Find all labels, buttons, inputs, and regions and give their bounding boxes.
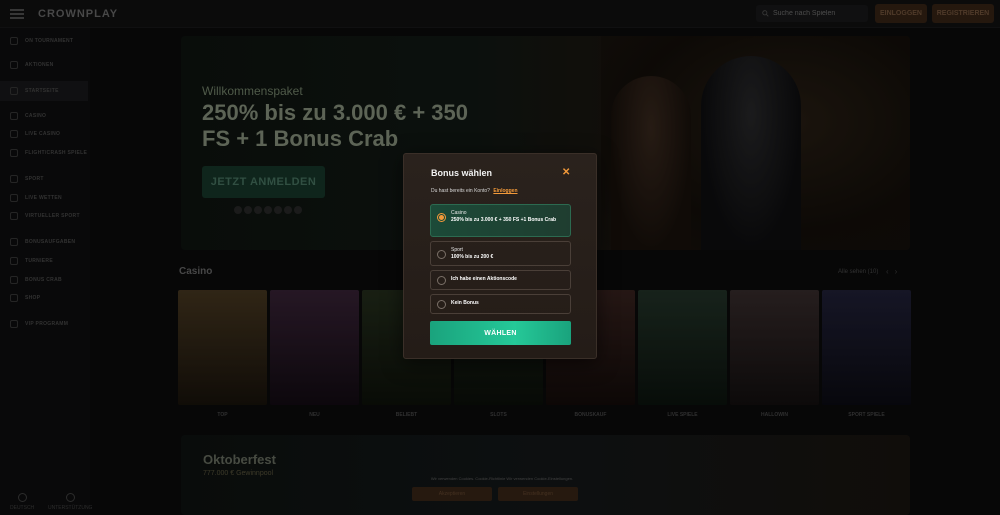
option-category: Casino — [451, 210, 467, 216]
choose-button[interactable]: WÄHLEN — [430, 321, 571, 345]
login-prompt-text: Du hast bereits ein Konto? — [431, 188, 490, 194]
radio-unselected[interactable] — [437, 276, 446, 285]
radio-selected[interactable] — [437, 213, 446, 222]
option-category: Sport — [451, 247, 463, 253]
option-description: Kein Bonus — [451, 300, 479, 306]
radio-unselected[interactable] — [437, 300, 446, 309]
close-icon[interactable]: ✕ — [562, 167, 570, 178]
option-description: 250% bis zu 3.000 € + 350 FS +1 Bonus Cr… — [451, 217, 557, 223]
modal-title: Bonus wählen — [431, 168, 493, 178]
bonus-option-promo-code[interactable]: Ich habe einen Aktionscode — [430, 270, 571, 290]
radio-unselected[interactable] — [437, 250, 446, 259]
option-description: 100% bis zu 200 € — [451, 254, 494, 260]
bonus-option-sport[interactable]: Sport 100% bis zu 200 € — [430, 241, 571, 266]
login-prompt: Du hast bereits ein Konto? Einloggen — [431, 188, 518, 194]
login-link[interactable]: Einloggen — [493, 188, 517, 194]
bonus-option-no-bonus[interactable]: Kein Bonus — [430, 294, 571, 314]
page: CROWNPLAY EINLOGGEN REGISTRIEREN ON TOUR… — [0, 0, 1000, 515]
bonus-modal: Bonus wählen ✕ Du hast bereits ein Konto… — [403, 153, 597, 359]
bonus-option-casino[interactable]: Casino 250% bis zu 3.000 € + 350 FS +1 B… — [430, 204, 571, 237]
option-description: Ich habe einen Aktionscode — [451, 276, 517, 282]
